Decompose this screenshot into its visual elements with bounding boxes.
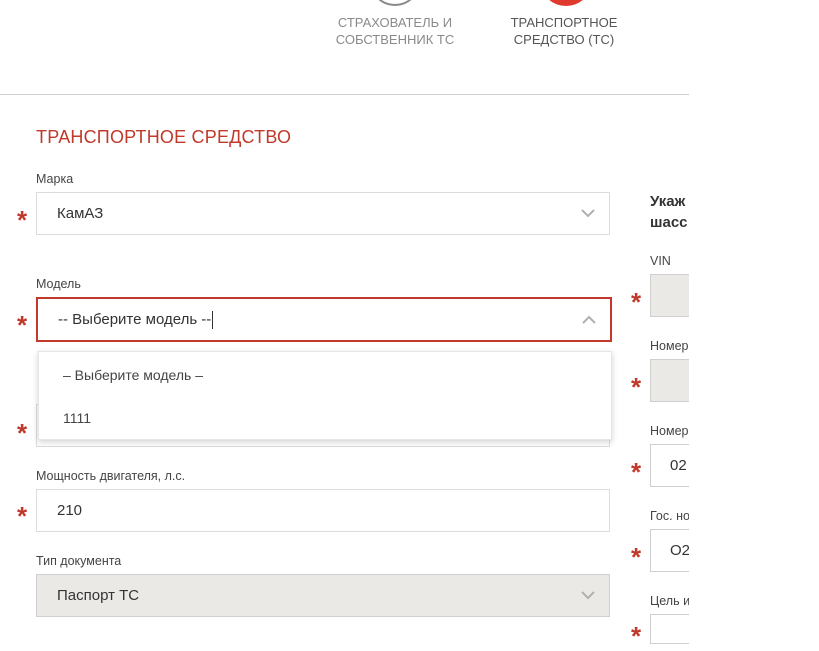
gos-label: Гос. но xyxy=(650,509,690,523)
number2-input[interactable]: 02 xyxy=(650,444,689,487)
vin-label: VIN xyxy=(650,254,671,268)
model-value: -- Выберите модель -- xyxy=(58,311,212,328)
right-heading-line1: Укаж xyxy=(650,193,686,210)
required-asterisk: * xyxy=(631,457,642,487)
brand-label: Марка xyxy=(36,172,74,186)
right-heading-line2: шасс xyxy=(650,214,688,231)
vin-input[interactable] xyxy=(650,274,689,317)
section-title: ТРАНСПОРТНОЕ СРЕДСТВО xyxy=(36,127,292,147)
required-asterisk: * xyxy=(17,501,28,531)
step2-label: ТРАНСПОРТНОЕ СРЕДСТВО (ТС) xyxy=(510,15,618,47)
power-value: 210 xyxy=(57,502,83,519)
number2-value: 02 xyxy=(670,457,687,474)
gos-value: O2 xyxy=(670,542,689,559)
dropdown-option[interactable]: 1111 xyxy=(63,410,91,426)
doc-type-label: Тип документа xyxy=(36,554,122,568)
chevron-down-icon xyxy=(581,590,595,599)
model-dropdown-list: – Выберите модель – 1111 xyxy=(38,351,612,440)
number1-label: Номер xyxy=(650,339,689,353)
gos-input[interactable]: O2 xyxy=(650,529,689,572)
step2-circle-active[interactable] xyxy=(542,0,590,6)
required-asterisk: * xyxy=(631,287,642,317)
required-asterisk: * xyxy=(17,205,28,235)
doc-type-value: Паспорт ТС xyxy=(57,587,140,604)
required-asterisk: * xyxy=(17,310,28,340)
power-input[interactable]: 210 xyxy=(36,489,610,532)
number2-label: Номер xyxy=(650,424,689,438)
section-divider xyxy=(0,94,689,95)
chevron-down-icon xyxy=(581,208,595,217)
step1-circle[interactable] xyxy=(372,0,418,6)
dropdown-option[interactable]: – Выберите модель – xyxy=(63,367,203,383)
doc-type-select[interactable]: Паспорт ТС xyxy=(36,574,610,617)
power-label: Мощность двигателя, л.с. xyxy=(36,469,186,483)
text-cursor xyxy=(212,310,214,329)
purpose-label: Цель и xyxy=(650,594,691,608)
required-asterisk: * xyxy=(631,372,642,402)
brand-value: КамАЗ xyxy=(57,205,104,222)
viewport-clip xyxy=(689,0,819,631)
model-label: Модель xyxy=(36,277,81,291)
required-asterisk: * xyxy=(631,542,642,572)
required-asterisk: * xyxy=(17,418,28,448)
brand-select[interactable]: КамАЗ xyxy=(36,192,610,235)
model-select[interactable]: -- Выберите модель -- xyxy=(36,297,612,342)
purpose-input[interactable] xyxy=(650,614,689,644)
chevron-up-icon xyxy=(582,315,596,324)
step1-label: СТРАХОВАТЕЛЬ И СОБСТВЕННИК ТС xyxy=(335,15,455,47)
number1-input[interactable] xyxy=(650,359,689,402)
required-asterisk: * xyxy=(631,621,642,651)
